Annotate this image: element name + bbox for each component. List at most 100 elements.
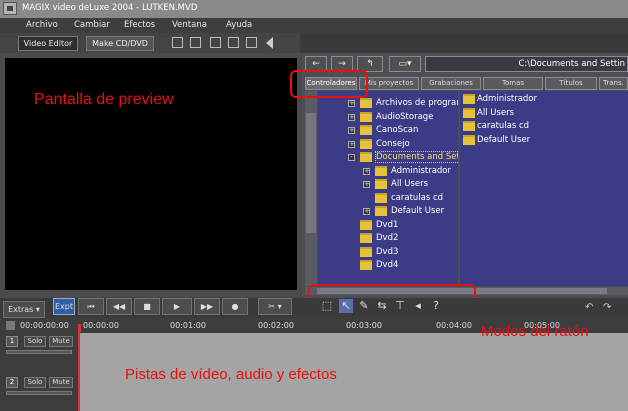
folder-icon[interactable] [210,37,221,48]
tab-mis-proyectos[interactable]: Mis proyectos [359,77,419,90]
extras-dropdown[interactable]: Extras ▾ [3,301,45,318]
tree-node-label: Default User [391,206,445,216]
playhead-marker[interactable] [78,324,81,332]
file-list: Administrador All Users caratulas cd Defaul… [460,91,628,286]
preview-screen: Pantalla de preview [5,58,297,290]
track-header-1: 1 Solo Mute [0,334,78,360]
tab-video-editor[interactable]: Video Editor [18,36,78,51]
tree-node-label: Documents and Sett [374,151,458,163]
folder-icon [463,134,475,145]
expand-toggle-icon[interactable]: + [348,113,355,121]
track-number: 1 [6,336,18,347]
folder-icon [360,219,372,230]
print-icon[interactable] [246,37,257,48]
extras-label: Extras [8,305,34,314]
rewind-icon[interactable]: ◀◀ [106,298,132,315]
mode-group-icon[interactable]: ⊤ [393,299,407,313]
track-volume-slider[interactable] [6,350,72,354]
folder-icon [360,260,372,270]
mode-help-icon[interactable]: ? [429,299,443,313]
mode-volume-icon[interactable]: ◂ [411,299,425,313]
folder-icon [375,179,387,189]
mute-button[interactable]: Mute [49,377,73,388]
collapse-toggle-icon[interactable]: - [348,154,355,161]
playhead-line [78,332,80,411]
rewind-start-icon[interactable]: ⏮ [78,298,104,315]
solo-button[interactable]: Solo [24,377,46,388]
tree-node-label: AudioStorage [376,111,434,122]
record-icon[interactable]: ● [222,298,248,315]
track-number: 2 [6,377,18,388]
menu-cambiar[interactable]: Cambiar [74,20,110,30]
tick-label: 00:01:00 [170,321,206,330]
folder-icon [375,192,387,203]
cut-tool-icon[interactable]: ✂ ▾ [258,298,292,315]
folder-icon [360,233,372,243]
app-logo-icon [3,2,17,15]
mode-pointer-icon[interactable]: ↖ [339,299,353,313]
tab-titulos[interactable]: Títulos [545,77,597,90]
tab-grabaciones[interactable]: Grabaciones [421,77,481,90]
file-list-label: Administrador [477,94,538,104]
folder-icon [463,121,475,131]
file-list-label: Default User [477,134,531,145]
expand-toggle-icon[interactable]: + [348,100,355,107]
expand-toggle-icon[interactable]: + [363,167,370,175]
view-mode-dropdown[interactable]: ▭▾ [389,56,421,72]
track-header-2: 2 Solo Mute [0,375,78,401]
folder-icon [360,111,372,122]
folder-icon [360,138,372,149]
save-icon[interactable] [228,37,239,48]
window-title: MAGIX video deLuxe 2004 - LUTKEN.MVD [22,3,198,13]
undo-icon[interactable]: ↶ [585,302,593,313]
folder-icon [360,246,372,257]
mode-select-range-icon[interactable]: ⬚ [320,299,334,313]
tick-label: 00:03:00 [346,321,382,330]
menu-efectos[interactable]: Efectos [124,20,155,30]
tab-transiciones[interactable]: Trans. [599,77,628,90]
folder-icon [375,206,387,216]
tree-node-label: caratulas cd [391,192,444,203]
expand-toggle-icon[interactable]: + [348,140,355,148]
redo-icon[interactable]: ↷ [603,302,611,313]
tab-tomas[interactable]: Tomas [483,77,543,90]
folder-tree: + Archivos de program + AudioStorage + CanoSc… [318,91,458,286]
file-list-label: All Users [477,107,515,118]
tree-node-label: All Users [391,179,429,189]
folder-icon [463,107,475,118]
stop-icon[interactable]: ■ [134,298,160,315]
menu-ayuda[interactable]: Ayuda [226,20,252,30]
play-icon[interactable]: ▶ [162,298,192,315]
tree-node-label: Dvd4 [376,260,399,270]
track-volume-slider[interactable] [6,391,72,395]
mouse-modes-annotation: Modos del ratón [481,323,589,340]
new-file-icon[interactable] [172,37,183,48]
open-folder-icon[interactable] [190,37,201,48]
tree-node-label: Consejo [376,138,410,149]
folder-icon [463,94,475,104]
scroll-thumb[interactable] [306,113,316,233]
collapse-arrow-icon[interactable] [266,37,273,49]
title-bar: MAGIX video deLuxe 2004 - LUTKEN.MVD [0,0,628,18]
menu-bar: Archivo Cambiar Efectos Ventana Ayuda [0,18,628,33]
path-field[interactable]: C:\Documents and Settin [425,56,628,72]
expand-toggle-icon[interactable]: + [363,181,370,188]
tab-make-cd-dvd[interactable]: Make CD/DVD [86,36,154,51]
tree-vertical-scrollbar[interactable] [305,91,317,286]
mute-button[interactable]: Mute [49,336,73,347]
menu-ventana[interactable]: Ventana [172,20,207,30]
preview-annotation: Pantalla de preview [34,91,174,108]
folder-icon [375,165,387,176]
mode-draw-icon[interactable]: ✎ [357,299,371,313]
fast-forward-icon[interactable]: ▶▶ [194,298,220,315]
solo-button[interactable]: Solo [24,336,46,347]
expand-toggle-icon[interactable]: + [348,127,355,134]
mode-stretch-icon[interactable]: ⇆ [375,299,389,313]
expand-toggle-icon[interactable]: + [363,208,370,215]
folder-icon [360,98,372,108]
tree-node-label: Dvd2 [376,233,399,243]
expert-button[interactable]: Expt [53,298,75,315]
menu-archivo[interactable]: Archivo [26,20,58,30]
folder-icon [360,125,372,135]
ruler-toggle-icon[interactable] [6,321,15,330]
